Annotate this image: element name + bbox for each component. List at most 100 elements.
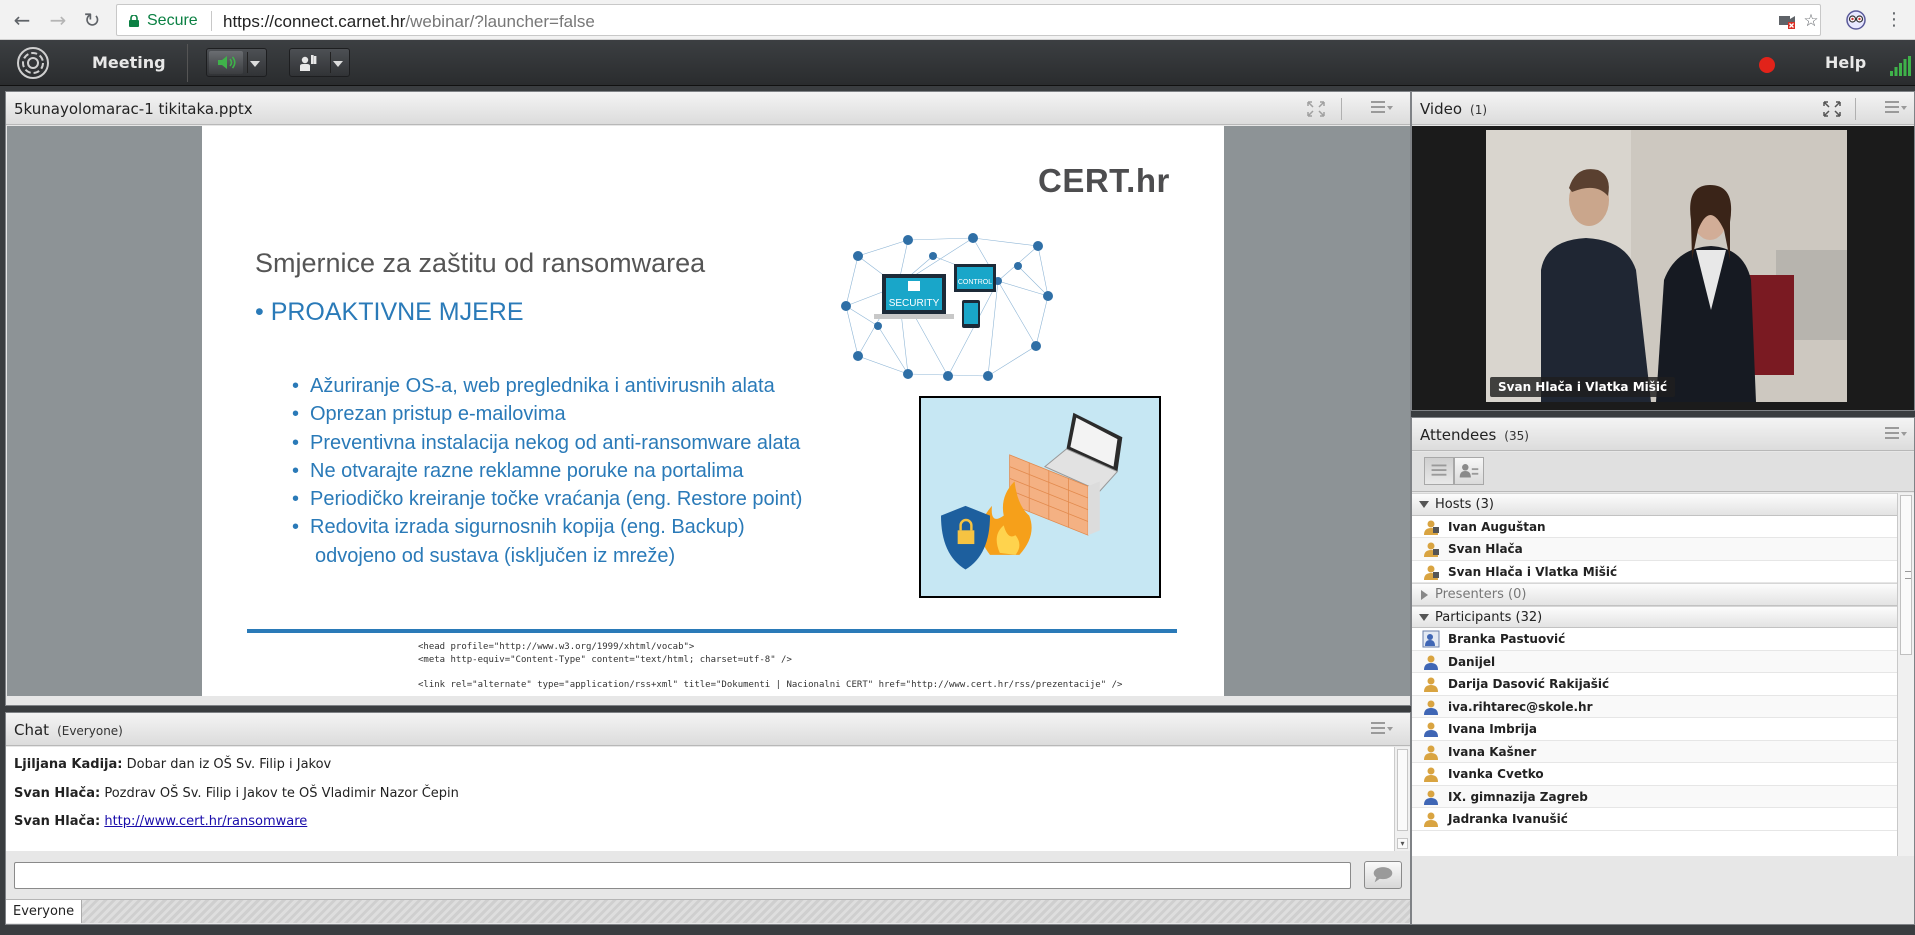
chat-sender: Svan Hlača:: [14, 786, 101, 801]
url-text: https://connect.carnet.hr/webinar/?launc…: [223, 12, 595, 32]
list-view-button[interactable]: [1424, 457, 1454, 485]
attendee-name: Svan Hlača i Vlatka Mišić: [1448, 564, 1618, 579]
video-pod-menu-icon[interactable]: [1885, 101, 1907, 115]
meeting-menu[interactable]: Meeting: [92, 53, 166, 72]
slide-divider: [247, 629, 1177, 633]
chat-sender: Svan Hlača:: [14, 814, 101, 829]
participant-user-icon: [1424, 655, 1438, 670]
presenter-dropdown-caret-icon[interactable]: [333, 61, 343, 67]
audio-button-face: [209, 51, 243, 74]
omnibox-divider: [211, 11, 212, 31]
participant-user-icon: [1424, 767, 1438, 782]
chat-message: Ljiljana Kadija: Dobar dan iz OŠ Sv. Fil…: [14, 757, 331, 772]
attendee-row[interactable]: Ivanka Cvetko: [1412, 763, 1897, 786]
slide-bullet: • Ažuriranje OS-a, web preglednika i anti…: [292, 375, 775, 397]
attendee-name: Ivan Auguštan: [1448, 519, 1546, 534]
forward-icon[interactable]: →: [46, 8, 70, 32]
url-host: https://connect.carnet.hr: [223, 12, 406, 31]
chat-sender: Ljiljana Kadija:: [14, 757, 123, 772]
speech-bubble-icon: [1373, 867, 1393, 883]
help-menu[interactable]: Help: [1825, 53, 1866, 72]
lock-icon: [129, 15, 139, 27]
chat-pod-titlebar: Chat (Everyone): [6, 713, 1410, 746]
attendees-count: (35): [1504, 429, 1529, 443]
chat-input[interactable]: [14, 862, 1351, 889]
participant-user-icon: [1424, 745, 1438, 760]
video-count: (1): [1470, 103, 1488, 117]
url-path: /webinar/?launcher=false: [405, 12, 595, 31]
chat-message: Svan Hlača: Pozdrav OŠ Sv. Filip i Jakov…: [14, 786, 459, 801]
chat-scrollbar[interactable]: ▾: [1394, 747, 1410, 851]
attendee-name: Darija Dasović Rakijašić: [1448, 677, 1610, 691]
attendee-name: Jadranka Ivanušić: [1448, 812, 1568, 826]
chat-link[interactable]: http://www.cert.hr/ransomware: [104, 814, 307, 829]
audio-dropdown-caret-icon[interactable]: [250, 61, 260, 67]
status-view-button[interactable]: [1454, 457, 1484, 485]
code-line: <meta http-equiv="Content-Type" content=…: [418, 654, 792, 665]
attendee-name: Ivana Imbrija: [1448, 722, 1538, 736]
group-hosts[interactable]: Hosts (3): [1412, 493, 1897, 516]
star-icon[interactable]: ☆: [1802, 12, 1820, 30]
attendee-row[interactable]: Darija Dasović Rakijašić: [1412, 673, 1897, 696]
slide-bullet-text: Ne otvarajte razne reklamne poruke na po…: [310, 459, 744, 482]
attendee-row[interactable]: Branka Pastuović: [1412, 628, 1897, 651]
chat-tab-everyone[interactable]: Everyone: [6, 900, 82, 923]
attendee-scrollbar[interactable]: [1897, 493, 1914, 856]
attendee-name: IX. gimnazija Zagreb: [1448, 789, 1588, 804]
participant-user-icon: [1424, 722, 1438, 737]
slide-bullet-text: Redovita izrada sigurnosnih kopija (eng.…: [310, 516, 745, 539]
audio-button-divider: [247, 52, 248, 73]
attendee-row[interactable]: Ivana Imbrija: [1412, 718, 1897, 741]
attendee-row[interactable]: Svan Hlača: [1412, 538, 1897, 561]
attendee-scrollbar-thumb[interactable]: [1900, 495, 1912, 655]
audio-button[interactable]: [206, 48, 267, 77]
group-label: Presenters (0): [1435, 587, 1527, 602]
group-presenters[interactable]: Presenters (0): [1412, 583, 1897, 606]
slide-bullet: • Preventivna instalacija nekog od anti-r…: [292, 431, 801, 454]
attendee-row[interactable]: Ivan Auguštan: [1412, 516, 1897, 538]
chat-scrollbar-thumb[interactable]: [1397, 749, 1408, 831]
chat-scroll-down-icon[interactable]: ▾: [1397, 838, 1408, 849]
attendee-row[interactable]: Danijel: [1412, 650, 1897, 673]
presentation-slide: CERT.hr Smjernice za zaštitu od ransomwa…: [202, 126, 1224, 696]
presenter-button[interactable]: [289, 48, 350, 77]
reload-icon[interactable]: ↻: [80, 8, 104, 32]
share-pod-menu-icon[interactable]: [1371, 101, 1393, 115]
chat-send-button[interactable]: [1364, 861, 1402, 889]
share-pod: 5kunayolomarac-1 tikitaka.pptx CERT.hr S…: [5, 91, 1411, 706]
connection-signal-icon: [1890, 56, 1911, 76]
attendee-row[interactable]: IX. gimnazija Zagreb: [1412, 785, 1897, 808]
slide-bullet-text: Periodičko kreiranje točke vraćanja (eng…: [310, 488, 803, 511]
attendees-pod-menu-icon[interactable]: [1885, 427, 1907, 441]
participant-user-icon: [1424, 700, 1438, 715]
attendee-row[interactable]: Ivana Kašner: [1412, 740, 1897, 763]
chat-text: Dobar dan iz OŠ Sv. Filip i Jakov: [126, 757, 332, 772]
chat-tab-bar: Everyone: [6, 899, 1410, 923]
attendee-list: Hosts (3) Ivan Auguštan Svan Hlača Svan …: [1412, 493, 1897, 856]
camera-blocked-icon[interactable]: [1778, 12, 1796, 30]
attendee-row[interactable]: Jadranka Ivanušić: [1412, 808, 1897, 831]
browser-menu-icon[interactable]: ⋮: [1882, 8, 1906, 32]
group-label: Hosts (3): [1435, 497, 1494, 512]
group-participants[interactable]: Participants (32): [1412, 605, 1897, 628]
address-bar[interactable]: Secure https://connect.carnet.hr/webinar…: [116, 4, 1821, 36]
attendee-row[interactable]: iva.rihtarec@skole.hr: [1412, 695, 1897, 718]
extension-owl-icon[interactable]: [1845, 9, 1867, 31]
record-indicator-icon[interactable]: [1759, 57, 1775, 73]
host-user-icon: [1424, 565, 1439, 580]
speaker-icon: [218, 56, 236, 69]
slide-bullet-text: Ažuriranje OS-a, web preglednika i antiv…: [310, 375, 775, 397]
back-icon[interactable]: ←: [10, 8, 34, 32]
chat-pod-menu-icon[interactable]: [1371, 722, 1393, 736]
chat-text: Pozdrav OŠ Sv. Filip i Jakov te OŠ Vladi…: [104, 786, 459, 801]
webcam-feed: Svan Hlača i Vlatka Mišić: [1486, 130, 1847, 402]
host-user-icon: [1424, 542, 1439, 557]
attendee-name: Danijel: [1448, 654, 1496, 669]
slide-bullet-list: • Ažuriranje OS-a, web preglednika i anti…: [292, 372, 892, 570]
video-fullscreen-icon[interactable]: [1822, 100, 1842, 118]
fullscreen-icon[interactable]: [1306, 100, 1326, 118]
attendees-toolbar: [1412, 452, 1914, 492]
attendee-row[interactable]: Svan Hlača i Vlatka Mišić: [1412, 561, 1897, 583]
participant-user-icon: [1424, 790, 1438, 805]
webcam-image: [1486, 130, 1847, 402]
